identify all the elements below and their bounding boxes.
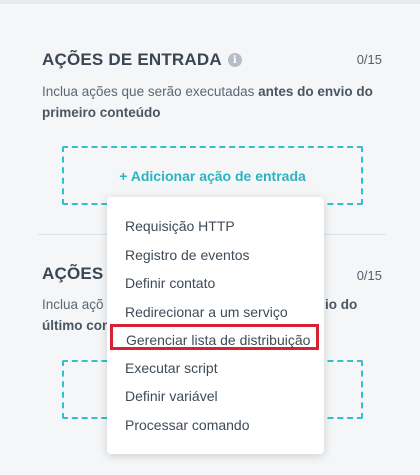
description-text: Inclua ações que serão executadas <box>42 84 259 99</box>
menu-item-manage-distribution-list[interactable]: Gerenciar lista de distribuição <box>110 324 319 350</box>
actions-counter: 0/15 <box>356 52 382 67</box>
menu-item-set-contact[interactable]: Definir contato <box>125 272 316 294</box>
description-line1-right: io do <box>325 297 358 312</box>
section-description-left: Inclua açõ último con <box>42 294 110 336</box>
actions-counter: 0/15 <box>356 268 382 283</box>
add-action-dropdown-menu: Requisição HTTP Registro de eventos Defi… <box>107 197 324 454</box>
description-line2-left: último con <box>42 318 111 333</box>
menu-item-process-command[interactable]: Processar comando <box>125 414 316 436</box>
menu-item-redirect-service[interactable]: Redirecionar a um serviço <box>125 301 316 323</box>
section-header: AÇÕES DE ENTRADA i <box>42 49 382 71</box>
top-border <box>0 0 420 4</box>
menu-item-set-variable[interactable]: Definir variável <box>125 385 316 407</box>
menu-item-event-log[interactable]: Registro de eventos <box>125 244 316 266</box>
menu-item-run-script[interactable]: Executar script <box>125 357 316 379</box>
section-description: Inclua ações que serão executadas antes … <box>42 81 382 123</box>
info-icon[interactable]: i <box>227 53 242 67</box>
menu-item-http-request[interactable]: Requisição HTTP <box>125 215 316 237</box>
description-line1-left: Inclua açõ <box>42 297 104 312</box>
entry-actions-section: AÇÕES DE ENTRADA i 0/15 Inclua ações que… <box>42 49 382 123</box>
add-entry-action-label: + Adicionar ação de entrada <box>119 167 306 184</box>
section-title: AÇÕES DE ENTRADA <box>42 50 222 69</box>
